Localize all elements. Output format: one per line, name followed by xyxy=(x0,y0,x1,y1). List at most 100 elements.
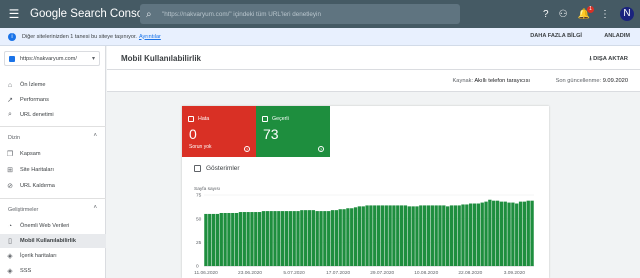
bar[interactable] xyxy=(334,210,339,266)
bar[interactable] xyxy=(492,200,496,266)
bar[interactable] xyxy=(280,211,285,266)
bar[interactable] xyxy=(373,205,377,266)
bar[interactable] xyxy=(453,205,458,266)
bar[interactable] xyxy=(323,211,327,266)
sidebar-item-faq[interactable]: ◈ SSS xyxy=(0,264,106,278)
bar[interactable] xyxy=(419,205,423,266)
export-button[interactable]: ⭳ DIŞA AKTAR xyxy=(589,54,628,64)
bar[interactable] xyxy=(461,204,465,266)
sidebar-item-core-web-vitals[interactable]: ◔ Önemli Web Verileri xyxy=(0,219,106,233)
error-tile[interactable]: Hata 0 Sorun yok ? xyxy=(182,106,256,157)
bar[interactable] xyxy=(522,201,527,266)
bar[interactable] xyxy=(246,212,250,266)
bar[interactable] xyxy=(465,204,469,266)
help-icon[interactable]: ? xyxy=(244,146,250,152)
apps-icon[interactable]: ⋮ xyxy=(600,9,610,20)
valid-tile[interactable]: Geçerli 73 ? xyxy=(256,106,330,157)
bar[interactable] xyxy=(304,210,308,266)
bar[interactable] xyxy=(499,201,504,266)
sidebar-item-url-inspection[interactable]: ⌕ URL denetimi xyxy=(0,108,106,122)
bar[interactable] xyxy=(469,203,473,266)
bar[interactable] xyxy=(365,205,369,266)
bar[interactable] xyxy=(257,212,262,266)
bar[interactable] xyxy=(269,211,273,266)
chevron-up-icon[interactable]: ˄ xyxy=(93,205,97,211)
bar[interactable] xyxy=(388,205,392,266)
bar[interactable] xyxy=(234,212,239,266)
sidebar-item-sitemaps[interactable]: ⊞ Site Haritaları xyxy=(0,163,106,177)
bar[interactable] xyxy=(223,212,227,266)
bar[interactable] xyxy=(307,210,312,266)
bar[interactable] xyxy=(231,212,235,266)
sidebar-item-coverage[interactable]: ❐ Kapsam xyxy=(0,147,106,161)
bar[interactable] xyxy=(411,206,415,266)
bar[interactable] xyxy=(284,211,289,266)
help-icon[interactable]: ? xyxy=(543,9,549,20)
sidebar-item-overview[interactable]: ⌂ Ön İzleme xyxy=(0,78,106,92)
bar[interactable] xyxy=(518,201,523,266)
bar[interactable] xyxy=(407,206,411,266)
help-icon[interactable]: ? xyxy=(318,146,324,152)
sidebar-item-breadcrumbs[interactable]: ◈ İçerik haritaları xyxy=(0,249,106,263)
bar[interactable] xyxy=(376,205,381,266)
bar[interactable] xyxy=(311,210,316,266)
bar[interactable] xyxy=(327,211,331,266)
bar[interactable] xyxy=(449,205,454,266)
search-input[interactable]: ⌕ "https://nakvaryum.com/" içindeki tüm … xyxy=(140,4,460,24)
bar[interactable] xyxy=(526,200,530,266)
bar[interactable] xyxy=(495,200,500,266)
bar[interactable] xyxy=(288,211,293,266)
bar[interactable] xyxy=(211,213,216,266)
users-icon[interactable]: ⚇ xyxy=(559,9,568,20)
learn-more-button[interactable]: DAHA FAZLA BİLGİ xyxy=(530,33,582,39)
bar[interactable] xyxy=(476,203,481,266)
bar[interactable] xyxy=(273,211,277,266)
bar[interactable] xyxy=(319,211,323,266)
bar[interactable] xyxy=(338,209,342,266)
property-selector[interactable]: https://nakvaryum.com/ ▾ xyxy=(4,51,100,66)
bar[interactable] xyxy=(315,211,319,266)
bar[interactable] xyxy=(346,208,350,266)
bar[interactable] xyxy=(227,212,231,266)
details-link[interactable]: Ayrıntılar xyxy=(139,34,161,40)
bar[interactable] xyxy=(457,205,461,266)
bar[interactable] xyxy=(434,205,438,266)
bar[interactable] xyxy=(261,211,266,266)
avatar[interactable]: N xyxy=(620,7,634,21)
sidebar-item-performance[interactable]: ↗ Performans xyxy=(0,93,106,107)
bar[interactable] xyxy=(484,201,488,266)
bar[interactable] xyxy=(342,209,346,266)
bar[interactable] xyxy=(300,210,304,266)
bar[interactable] xyxy=(380,205,385,266)
bar[interactable] xyxy=(430,205,434,266)
bar[interactable] xyxy=(292,211,296,266)
bar[interactable] xyxy=(399,205,404,266)
source-info[interactable]: Kaynak: Akıllı telefon tarayıcısı xyxy=(453,78,530,84)
bar[interactable] xyxy=(330,210,335,266)
bar[interactable] xyxy=(265,211,269,266)
bar[interactable] xyxy=(488,199,492,266)
bar[interactable] xyxy=(415,206,419,266)
bar[interactable] xyxy=(242,212,246,266)
bar[interactable] xyxy=(361,206,365,266)
impressions-toggle[interactable]: Gösterimler xyxy=(194,165,240,172)
bar[interactable] xyxy=(445,206,450,266)
bar[interactable] xyxy=(442,205,446,266)
bar[interactable] xyxy=(296,211,300,266)
bar[interactable] xyxy=(254,212,258,266)
impressions-checkbox[interactable] xyxy=(194,165,201,172)
bar[interactable] xyxy=(219,212,223,266)
bar[interactable] xyxy=(503,201,507,266)
bar[interactable] xyxy=(515,203,519,266)
bar[interactable] xyxy=(204,213,208,266)
bar[interactable] xyxy=(353,207,358,266)
sidebar-item-mobile-usability[interactable]: ▯ Mobil Kullanılabilirlik xyxy=(0,234,106,248)
menu-icon[interactable]: ☰ xyxy=(0,0,28,28)
bar[interactable] xyxy=(384,205,388,266)
bar[interactable] xyxy=(369,205,373,266)
bar[interactable] xyxy=(530,200,534,266)
bar[interactable] xyxy=(396,205,400,266)
bar[interactable] xyxy=(357,206,362,266)
bar[interactable] xyxy=(422,205,427,266)
bar[interactable] xyxy=(426,205,431,266)
